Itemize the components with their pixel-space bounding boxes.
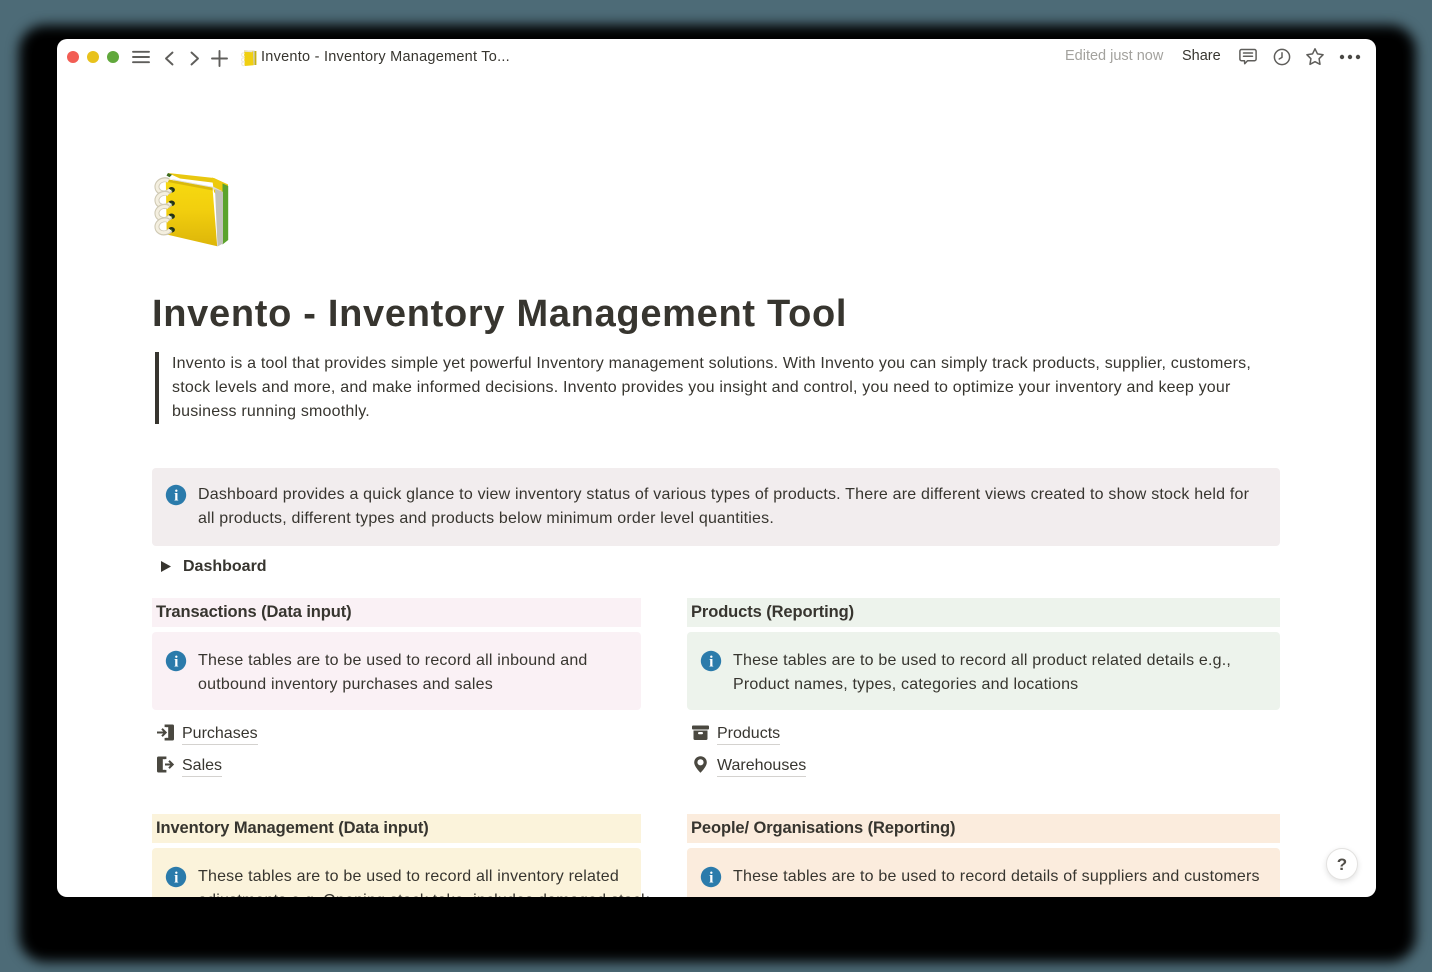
svg-text:i: i (709, 870, 714, 887)
svg-text:i: i (709, 654, 714, 671)
svg-text:i: i (174, 654, 179, 671)
svg-text:i: i (174, 870, 179, 887)
svg-text:i: i (174, 488, 179, 505)
